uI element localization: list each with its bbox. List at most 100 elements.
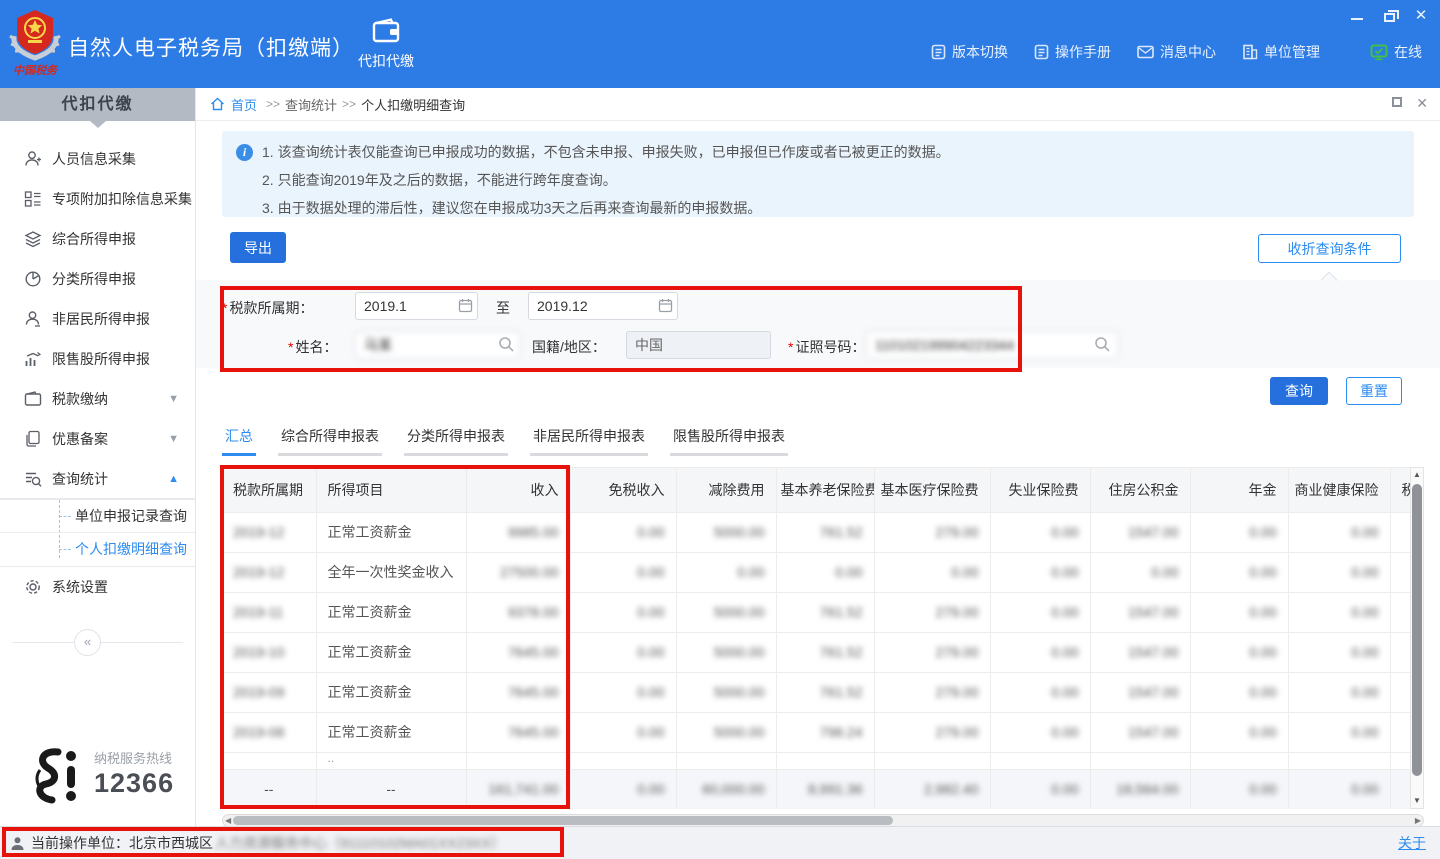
column-header-deduction: 减除费用 [676,468,776,512]
search-icon[interactable] [498,336,514,352]
panel-close-icon[interactable]: ✕ [1416,97,1428,109]
scroll-right-arrow[interactable]: ▶ [1415,815,1421,826]
period-to-input[interactable] [528,292,678,320]
panel-maximize-icon[interactable] [1392,97,1402,107]
table-row[interactable]: 2019-12全年一次性奖金收入27500.000.000.000.000.00… [222,552,1410,592]
window-controls: ✕ [1348,6,1430,24]
minimize-button[interactable] [1348,6,1366,24]
menu-message-center[interactable]: 消息中心 [1137,42,1216,62]
table-row[interactable]: 2019-10正常工资薪金7645.000.005000.00761.52279… [222,632,1410,672]
hotline-12366-logo [28,746,88,808]
table-row[interactable]: 2019-11正常工资薪金9378.000.005000.00761.52279… [222,592,1410,632]
tab-withholding[interactable]: 代扣代缴 [346,18,426,71]
cell-period: -- [222,769,316,809]
collapse-query-button[interactable]: 收折查询条件 [1258,234,1401,263]
cell-housing: 1547.00 [1090,632,1190,672]
sidebar-item-nonresident-income[interactable]: 非居民所得申报 [0,299,195,339]
sidebar-collapse-row: « [0,629,195,655]
cell-medical: 279.00 [874,632,990,672]
scroll-up-arrow[interactable]: ▲ [1411,468,1423,482]
sidebar-panel-title: 代扣代缴 [0,88,195,121]
breadcrumb-level1[interactable]: 查询统计 [285,95,337,114]
table-row[interactable]: 2019-12正常工资薪金9985.000.005000.00761.52279… [222,512,1410,552]
menu-version-switch[interactable]: 版本切换 [931,42,1008,62]
cell-clipped [1390,552,1410,592]
sidebar-subitem-unit-declaration-query[interactable]: 单位申报记录查询 [0,500,195,533]
cell-health: 0.00 [1288,632,1390,672]
close-button[interactable]: ✕ [1412,6,1430,24]
cell-annuity [1190,752,1288,769]
table-total-row[interactable]: ----161,741.000.0060,000.008,991.362,982… [222,769,1410,809]
hotline-label: 纳税服务热线 [94,748,172,767]
menu-manual-label: 操作手册 [1055,42,1111,62]
cell-item: 正常工资薪金 [316,592,466,632]
tab-nonresident[interactable]: 非居民所得申报表 [530,424,648,456]
sidebar-item-label: 系统设置 [52,577,108,597]
sidebar-item-personnel-info[interactable]: 人员信息采集 [0,139,195,179]
notice-line: 1. 该查询统计表仅能查询已申报成功的数据，不包含未申报、申报失败，已申报但已作… [262,141,1400,164]
search-icon[interactable] [1094,336,1110,352]
tab-classified[interactable]: 分类所得申报表 [404,424,508,456]
cell-deduction: 60,000.00 [676,769,776,809]
query-form: *税款所属期： 至 *姓名： 国籍/地区： *证照号码： [196,280,1440,368]
sidebar-item-comprehensive-income[interactable]: 综合所得申报 [0,219,195,259]
cell-taxfree: 0.00 [570,632,676,672]
cell-item: 正常工资薪金 [316,512,466,552]
cell-clipped [1390,672,1410,712]
sidebar-subitem-personal-withholding-query[interactable]: 个人扣缴明细查询 [0,533,195,566]
id-number-input[interactable] [866,331,1118,359]
table-row-partial[interactable]: .. [222,752,1410,769]
period-label: *税款所属期： [222,298,313,318]
scroll-down-arrow[interactable]: ▼ [1411,794,1423,808]
sidebar-item-preferential-record[interactable]: 优惠备案 ▼ [0,419,195,459]
export-button[interactable]: 导出 [230,232,286,263]
menu-unit-management[interactable]: 单位管理 [1242,42,1320,62]
calendar-icon[interactable] [658,298,674,314]
sidebar-item-restricted-shares[interactable]: 限售股所得申报 [0,339,195,379]
column-header-annuity: 年金 [1190,468,1288,512]
cell-period: 2019-11 [222,592,316,632]
tab-summary[interactable]: 汇总 [222,424,256,456]
cell-housing: 1547.00 [1090,512,1190,552]
query-button[interactable]: 查询 [1270,377,1328,405]
breadcrumb: 首页 >> 查询统计 >> 个人扣缴明细查询 ✕ [196,88,1440,121]
scroll-left-arrow[interactable]: ◀ [225,815,231,826]
sidebar-item-label: 税款缴纳 [52,389,108,409]
about-link[interactable]: 关于 [1398,833,1426,853]
sidebar-item-system-settings[interactable]: 系统设置 [0,567,195,607]
bar-chart-icon [24,350,42,368]
online-monitor-icon [1370,44,1388,61]
breadcrumb-home[interactable]: 首页 [231,95,257,114]
restore-button[interactable] [1380,6,1398,24]
sidebar-collapse-button[interactable]: « [74,629,101,656]
table-row[interactable]: 2019-09正常工资薪金7645.000.005000.00761.52279… [222,672,1410,712]
person-add-icon [24,150,42,168]
vertical-scroll-thumb[interactable] [1412,484,1422,776]
cell-income: 9985.00 [466,512,570,552]
cell-housing: 1547.00 [1090,712,1190,752]
online-status[interactable]: 在线 [1370,42,1422,62]
tab-comprehensive[interactable]: 综合所得申报表 [278,424,382,456]
cell-medical: 279.00 [874,592,990,632]
notice-box: i 1. 该查询统计表仅能查询已申报成功的数据，不包含未申报、申报失败，已申报但… [222,131,1414,217]
envelope-icon [1137,45,1154,59]
reset-button[interactable]: 重置 [1346,377,1402,405]
cell-income: 161,741.00 [466,769,570,809]
sidebar-item-query-statistics[interactable]: 查询统计 ▲ [0,459,195,499]
calendar-icon[interactable] [458,298,474,314]
menu-manual[interactable]: 操作手册 [1034,42,1111,62]
name-input[interactable] [355,331,520,359]
table-row[interactable]: 2019-08正常工资薪金7645.000.005000.00798.24279… [222,712,1410,752]
tab-withholding-label: 代扣代缴 [346,51,426,71]
horizontal-scroll-thumb[interactable] [233,816,893,825]
sidebar-item-label: 分类所得申报 [52,269,136,289]
sidebar-item-special-deduction[interactable]: 专项附加扣除信息采集 [0,179,195,219]
cell-taxfree: 0.00 [570,769,676,809]
tab-restricted-shares[interactable]: 限售股所得申报表 [670,424,788,456]
sidebar-item-tax-payment[interactable]: 税款缴纳 ▼ [0,379,195,419]
sidebar-item-classified-income[interactable]: 分类所得申报 [0,259,195,299]
cell-clipped [1390,712,1410,752]
column-header-medical: 基本医疗保险费 [874,468,990,512]
vertical-scrollbar[interactable]: ▲ ▼ [1410,467,1424,809]
pie-chart-icon [24,270,42,288]
